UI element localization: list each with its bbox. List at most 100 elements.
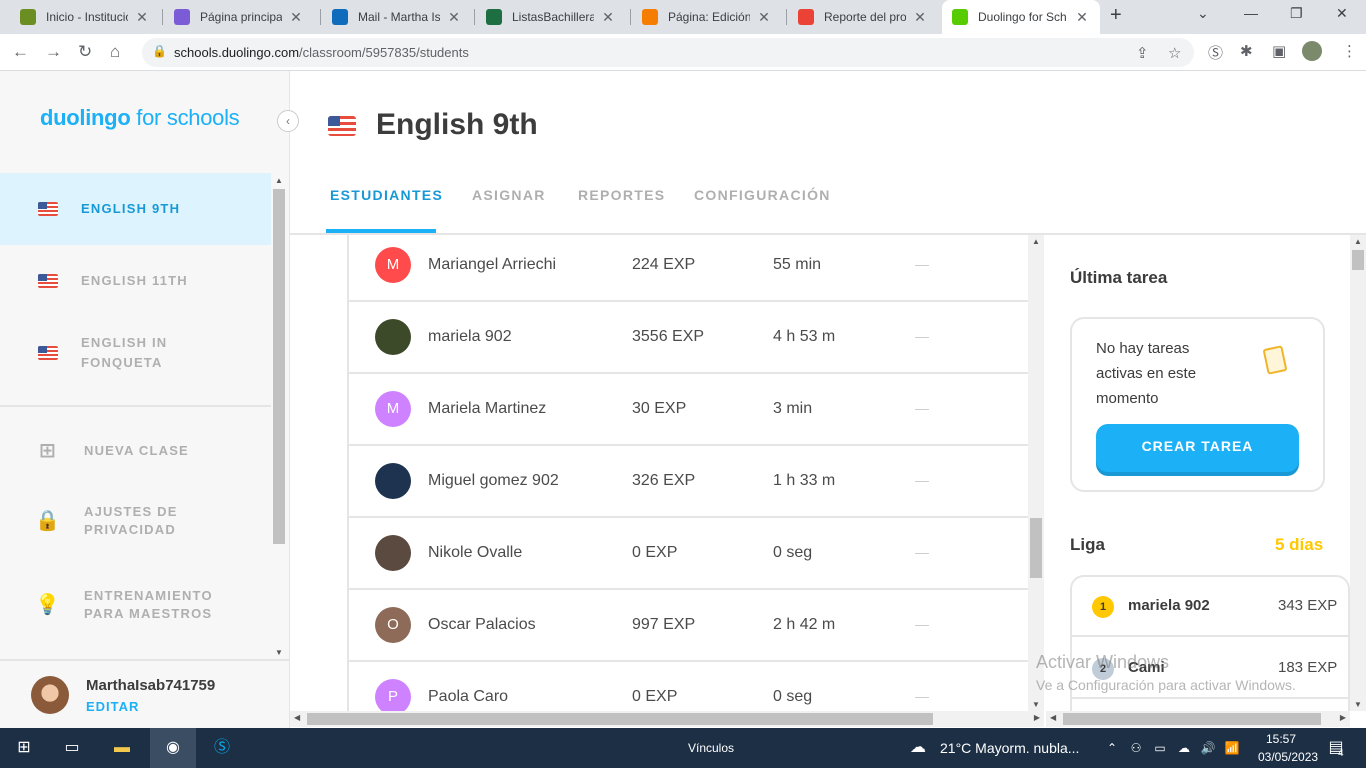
lock-icon: 🔒: [35, 510, 62, 532]
sidebar-class-item[interactable]: ENGLISH 9TH: [0, 173, 271, 245]
league-name: mariela 902: [1128, 597, 1210, 614]
edit-profile-link[interactable]: EDITAR: [86, 699, 139, 714]
student-assignment-dash: —: [915, 616, 929, 632]
wifi-icon[interactable]: 📶: [1220, 736, 1244, 760]
close-tab-icon[interactable]: ✕: [134, 9, 150, 26]
tab-separator: [786, 9, 787, 25]
tab-title: Reporte del progr: [824, 10, 906, 24]
windows-start-icon[interactable]: ⊞: [12, 736, 36, 760]
avatar: O: [375, 607, 411, 643]
sidebar-action-item[interactable]: ⊞ NUEVA CLASE: [0, 423, 271, 479]
file-explorer-icon[interactable]: ▬: [110, 736, 134, 760]
table-row[interactable]: P Paola Caro 0 EXP 0 seg —: [347, 662, 1028, 711]
tab-asignar[interactable]: ASIGNAR: [472, 187, 546, 203]
close-tab-icon[interactable]: ✕: [446, 9, 462, 26]
browser-tab[interactable]: Mail - Martha Isa ✕: [322, 0, 472, 34]
student-name: Oscar Palacios: [428, 616, 536, 633]
collapse-sidebar-chevron-icon[interactable]: ‹: [277, 110, 299, 132]
close-tab-icon[interactable]: ✕: [288, 9, 304, 26]
sidebar-action-item[interactable]: 🔒 AJUSTES DE PRIVACIDAD: [0, 493, 271, 549]
student-assignment-dash: —: [915, 472, 929, 488]
chrome-icon[interactable]: ◉: [150, 728, 196, 768]
new-tab-button[interactable]: +: [1110, 4, 1122, 27]
show-hidden-icons-chevron-icon[interactable]: ⌃: [1100, 736, 1124, 760]
close-tab-icon[interactable]: ✕: [912, 9, 928, 26]
last-task-card: No hay tareas activas en este momento CR…: [1070, 317, 1325, 492]
student-name: mariela 902: [428, 328, 512, 345]
tab-reportes[interactable]: REPORTES: [578, 187, 665, 203]
network-icon[interactable]: ⚇: [1124, 736, 1148, 760]
menu-icon[interactable]: ⋮: [1342, 42, 1357, 60]
home-icon[interactable]: ⌂: [110, 42, 120, 62]
browser-tab[interactable]: Página principal | ✕: [164, 0, 314, 34]
right-panel-scrollbar[interactable]: ▲ ▼: [1350, 235, 1366, 711]
table-row[interactable]: M Mariangel Arriechi 224 EXP 55 min —: [347, 235, 1028, 302]
close-tab-icon[interactable]: ✕: [1074, 9, 1090, 26]
notifications-icon[interactable]: ▤: [1324, 736, 1348, 760]
browser-tab[interactable]: Reporte del progr ✕: [788, 0, 938, 34]
sidebar-scrollbar[interactable]: ▲ ▼: [272, 174, 286, 659]
student-name: Miguel gomez 902: [428, 472, 559, 489]
back-icon[interactable]: ←: [12, 42, 29, 62]
avatar: [375, 535, 411, 571]
sidebar-action-item[interactable]: 💡 ENTRENAMIENTO PARA MAESTROS: [0, 577, 271, 633]
tab-favicon-icon: [952, 9, 968, 25]
bookmark-star-icon[interactable]: ☆: [1168, 44, 1181, 62]
browser-tab-strip: Inicio - Institución ✕ Página principal | ✕…: [0, 0, 1366, 34]
tab-search-icon[interactable]: ⌄: [1197, 5, 1209, 22]
share-icon[interactable]: ⇪: [1136, 44, 1149, 62]
clock-time[interactable]: 15:57: [1266, 732, 1296, 746]
battery-icon[interactable]: ▭: [1148, 736, 1172, 760]
minimize-button[interactable]: —: [1244, 5, 1258, 21]
links-toolbar[interactable]: Vínculos: [688, 741, 734, 755]
profile-avatar[interactable]: [1302, 41, 1322, 61]
students-horizontal-scrollbar[interactable]: ◀ ▶: [290, 711, 1044, 727]
maximize-button[interactable]: ❐: [1290, 5, 1303, 22]
lightbulb-icon: 💡: [35, 594, 62, 616]
volume-icon[interactable]: 🔊: [1196, 736, 1220, 760]
extensions-icon[interactable]: ✱: [1240, 42, 1253, 60]
cloud-sync-icon[interactable]: ☁: [1172, 736, 1196, 760]
weather-text[interactable]: 21°C Mayorm. nubla...: [940, 740, 1079, 756]
student-xp: 30 EXP: [632, 400, 687, 417]
forward-icon[interactable]: →: [45, 42, 62, 62]
table-row[interactable]: Miguel gomez 902 326 EXP 1 h 33 m —: [347, 446, 1028, 518]
table-row[interactable]: Nikole Ovalle 0 EXP 0 seg —: [347, 518, 1028, 590]
action-label: NUEVA CLASE: [84, 443, 189, 458]
tab-estudiantes[interactable]: ESTUDIANTES: [330, 187, 443, 203]
weather-cloud-icon[interactable]: ☁: [906, 736, 930, 760]
skype-extension-icon[interactable]: Ⓢ: [1208, 42, 1223, 63]
user-profile: MarthaIsab741759 EDITAR: [0, 659, 289, 728]
browser-tab[interactable]: Duolingo for Sch ✕: [942, 0, 1100, 34]
right-panel-horizontal-scrollbar[interactable]: ◀ ▶: [1046, 711, 1350, 727]
league-row[interactable]: 1 mariela 902 343 EXP: [1072, 577, 1350, 637]
address-bar[interactable]: 🔒 schools.duolingo.com/classroom/5957835…: [142, 38, 1194, 67]
table-row[interactable]: mariela 902 3556 EXP 4 h 53 m —: [347, 302, 1028, 374]
sidebar-class-item[interactable]: ENGLISH IN FONQUETA: [0, 317, 271, 389]
duolingo-logo[interactable]: duolingo for schools: [40, 105, 240, 131]
browser-tab[interactable]: ListasBachillerato ✕: [476, 0, 626, 34]
browser-tab[interactable]: Página: Edición ✕: [632, 0, 782, 34]
browser-tab[interactable]: Inicio - Institución ✕: [10, 0, 160, 34]
students-scrollbar[interactable]: ▲ ▼: [1028, 235, 1044, 711]
task-view-icon[interactable]: ▭: [60, 736, 84, 760]
tab-title: Duolingo for Sch: [978, 10, 1067, 24]
tab-separator: [630, 9, 631, 25]
close-tab-icon[interactable]: ✕: [600, 9, 616, 26]
table-row[interactable]: M Mariela Martinez 30 EXP 3 min —: [347, 374, 1028, 446]
side-panel-icon[interactable]: ▣: [1272, 42, 1286, 60]
clock-date[interactable]: 03/05/2023: [1258, 750, 1318, 764]
class-label: ENGLISH IN FONQUETA: [81, 335, 168, 370]
sidebar-class-item[interactable]: ENGLISH 11TH: [0, 245, 271, 317]
table-row[interactable]: O Oscar Palacios 997 EXP 2 h 42 m —: [347, 590, 1028, 662]
create-task-button[interactable]: CREAR TAREA: [1096, 424, 1299, 472]
students-table: M Mariangel Arriechi 224 EXP 55 min — mariela…: [290, 235, 1028, 711]
close-tab-icon[interactable]: ✕: [756, 9, 772, 26]
reload-icon[interactable]: ↻: [78, 42, 92, 62]
close-window-button[interactable]: ✕: [1336, 5, 1348, 22]
avatar[interactable]: [31, 676, 69, 714]
tab-configuracion[interactable]: CONFIGURACIÓN: [694, 187, 831, 203]
skype-icon[interactable]: Ⓢ: [210, 736, 234, 760]
league-row[interactable]: 2 Cami 183 EXP: [1072, 639, 1350, 699]
student-xp: 326 EXP: [632, 472, 696, 489]
